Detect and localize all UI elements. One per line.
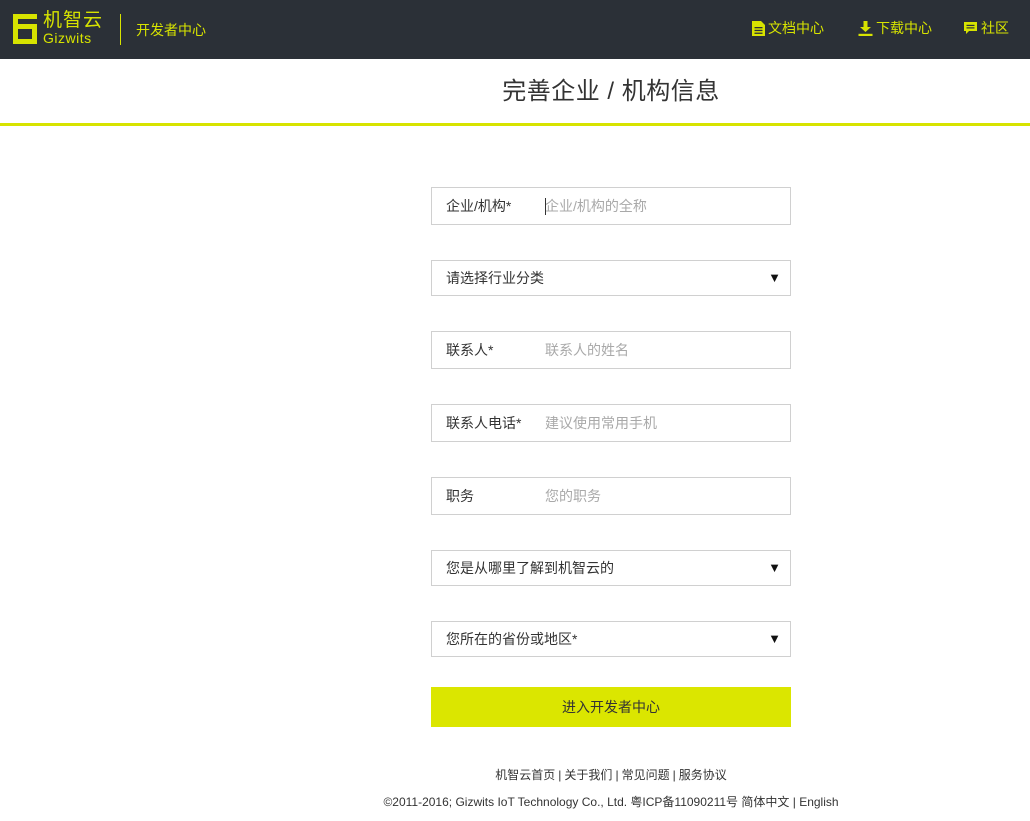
position-field: 职务 — [431, 477, 791, 515]
industry-select[interactable]: 请选择行业分类 ▼ — [431, 260, 791, 296]
portal-title: 开发者中心 — [136, 22, 206, 38]
footer-link-faq[interactable]: 常见问题 — [622, 768, 670, 782]
phone-field: 联系人电话* — [431, 404, 791, 442]
logo-mark-icon — [13, 14, 37, 44]
nav-docs-label: 文档中心 — [768, 20, 824, 36]
source-select[interactable]: 您是从哪里了解到机智云的 ▼ — [431, 550, 791, 586]
footer-separator: | — [558, 768, 562, 782]
footer-separator: | — [672, 768, 676, 782]
download-icon — [858, 20, 873, 36]
contact-field: 联系人* — [431, 331, 791, 369]
phone-label: 联系人电话* — [446, 415, 522, 431]
text-cursor — [545, 198, 546, 215]
nav-download-label: 下载中心 — [876, 20, 932, 36]
position-label: 职务 — [446, 488, 474, 504]
phone-input[interactable] — [545, 405, 775, 441]
source-select-value: 您是从哪里了解到机智云的 — [446, 560, 614, 576]
copyright-text: ©2011-2016; Gizwits IoT Technology Co., … — [383, 795, 739, 809]
title-underline — [0, 123, 1030, 126]
chevron-down-icon: ▼ — [768, 270, 781, 285]
chat-bubble-icon — [964, 22, 977, 34]
footer-link-home[interactable]: 机智云首页 — [495, 768, 555, 782]
nav-community-label: 社区 — [981, 20, 1009, 36]
contact-label: 联系人* — [446, 342, 494, 358]
position-input[interactable] — [545, 478, 775, 514]
contact-input[interactable] — [545, 332, 775, 368]
footer-separator: | — [615, 768, 619, 782]
document-icon — [752, 20, 765, 36]
chevron-down-icon: ▼ — [768, 560, 781, 575]
chevron-down-icon: ▼ — [768, 631, 781, 646]
page-title: 完善企业 / 机构信息 — [502, 78, 720, 105]
footer-links: 机智云首页 | 关于我们 | 常见问题 | 服务协议 — [0, 766, 1030, 784]
region-select-value: 您所在的省份或地区* — [446, 631, 578, 647]
enter-developer-center-button[interactable]: 进入开发者中心 — [431, 687, 791, 727]
industry-select-value: 请选择行业分类 — [446, 270, 544, 286]
region-select[interactable]: 您所在的省份或地区* ▼ — [431, 621, 791, 657]
footer-separator: | — [792, 795, 796, 809]
company-field: 企业/机构* — [431, 187, 791, 225]
nav-download-link[interactable]: 下载中心 — [858, 18, 932, 38]
logo-text-cn: 机智云 — [43, 10, 104, 31]
lang-en-link[interactable]: English — [799, 795, 838, 809]
copyright-line: ©2011-2016; Gizwits IoT Technology Co., … — [0, 793, 1030, 811]
header-divider — [120, 14, 121, 45]
top-navbar: 机智云 Gizwits 开发者中心 文档中心 下载中心 社区 — [0, 0, 1030, 59]
company-label: 企业/机构* — [446, 198, 512, 214]
logo-text-en: Gizwits — [43, 30, 92, 46]
footer-link-terms[interactable]: 服务协议 — [679, 768, 727, 782]
nav-community-link[interactable]: 社区 — [963, 18, 1009, 38]
lang-cn-link[interactable]: 简体中文 — [741, 795, 789, 809]
nav-docs-link[interactable]: 文档中心 — [752, 18, 824, 38]
gizwits-logo[interactable]: 机智云 Gizwits — [11, 11, 106, 47]
footer-link-about[interactable]: 关于我们 — [564, 768, 612, 782]
company-input[interactable] — [545, 188, 775, 224]
